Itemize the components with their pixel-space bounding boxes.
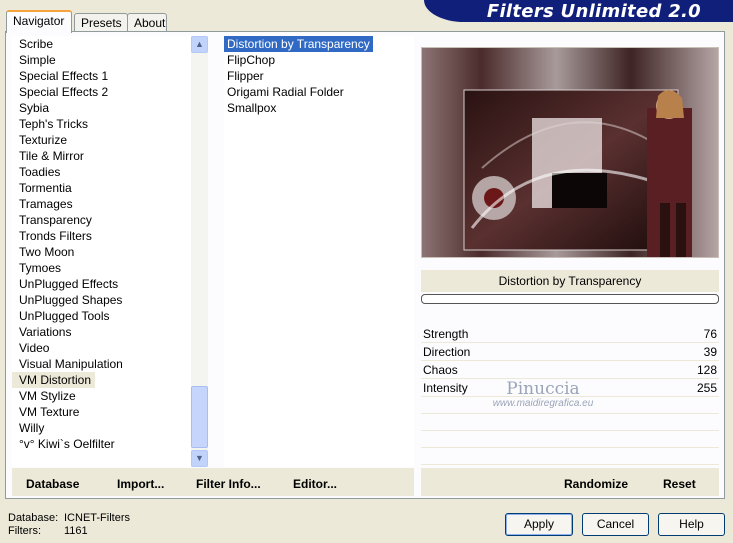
category-item[interactable]: Simple xyxy=(12,52,208,68)
cancel-button[interactable]: Cancel xyxy=(582,513,649,536)
category-item[interactable]: Texturize xyxy=(12,132,208,148)
param-strength[interactable]: Strength 76 xyxy=(421,325,719,343)
category-item[interactable]: UnPlugged Shapes xyxy=(12,292,208,308)
param-label: Chaos xyxy=(423,363,458,377)
filters-label: Filters: xyxy=(8,525,41,537)
filter-item[interactable]: Origami Radial Folder xyxy=(224,84,414,100)
import-button[interactable]: Import... xyxy=(117,477,164,491)
param-label: Intensity xyxy=(423,381,468,395)
param-label: Strength xyxy=(423,327,469,341)
param-empty xyxy=(421,414,719,431)
scrollbar-thumb[interactable] xyxy=(191,386,208,448)
param-intensity[interactable]: Intensity 255 xyxy=(421,379,719,397)
param-value: 76 xyxy=(703,327,717,341)
param-value: 128 xyxy=(696,363,717,377)
editor-button[interactable]: Editor... xyxy=(293,477,337,491)
status-area: Database: ICNET-Filters Filters: 1161 xyxy=(8,512,130,538)
preview-toolbar: Randomize Reset xyxy=(421,468,719,496)
param-empty xyxy=(421,448,719,465)
category-item[interactable]: Special Effects 1 xyxy=(12,68,208,84)
tab-about[interactable]: About xyxy=(127,13,167,32)
database-button[interactable]: Database xyxy=(26,477,79,491)
filters-count: 1161 xyxy=(64,525,88,537)
parameter-panel: Strength 76 Direction 39 Chaos 128 Inten… xyxy=(421,325,719,465)
selected-filter-name: Distortion by Transparency xyxy=(421,270,719,292)
database-value: ICNET-Filters xyxy=(64,512,130,524)
filter-item[interactable]: Distortion by Transparency xyxy=(224,36,373,52)
category-item[interactable]: UnPlugged Tools xyxy=(12,308,208,324)
header-banner: Filters Unlimited 2.0 xyxy=(424,0,733,22)
param-direction[interactable]: Direction 39 xyxy=(421,343,719,361)
tab-presets[interactable]: Presets xyxy=(74,13,128,32)
category-item[interactable]: Tronds Filters xyxy=(12,228,208,244)
category-item[interactable]: °v° Kiwi`s Oelfilter xyxy=(12,436,208,452)
category-item[interactable]: Scribe xyxy=(12,36,208,52)
category-item[interactable]: Teph's Tricks xyxy=(12,116,208,132)
filter-item[interactable]: Smallpox xyxy=(224,100,414,116)
category-list[interactable]: Scribe Simple Special Effects 1 Special Eff… xyxy=(12,36,208,467)
param-label: Direction xyxy=(423,345,471,359)
param-value: 255 xyxy=(696,381,717,395)
category-item[interactable]: Willy xyxy=(12,420,208,436)
category-item[interactable]: Variations xyxy=(12,324,208,340)
category-scrollbar[interactable]: ▲ ▼ xyxy=(191,36,208,467)
chevron-down-icon[interactable]: ▼ xyxy=(191,450,208,467)
category-item[interactable]: VM Distortion xyxy=(12,372,96,388)
param-empty xyxy=(421,431,719,448)
category-item[interactable]: VM Stylize xyxy=(12,388,208,404)
category-item[interactable]: VM Texture xyxy=(12,404,208,420)
category-item[interactable]: UnPlugged Effects xyxy=(12,276,208,292)
category-item[interactable]: Toadies xyxy=(12,164,208,180)
category-item[interactable]: Tormentia xyxy=(12,180,208,196)
param-chaos[interactable]: Chaos 128 xyxy=(421,361,719,379)
category-item[interactable]: Visual Manipulation xyxy=(12,356,208,372)
reset-button[interactable]: Reset xyxy=(663,477,696,491)
apply-button[interactable]: Apply xyxy=(505,513,573,536)
tab-navigator[interactable]: Navigator xyxy=(6,10,72,33)
database-label: Database: xyxy=(8,512,59,524)
param-empty xyxy=(421,397,719,414)
param-value: 39 xyxy=(703,345,717,359)
filter-list[interactable]: Distortion by Transparency FlipChop Flippe… xyxy=(224,36,414,467)
filter-info-button[interactable]: Filter Info... xyxy=(196,477,261,491)
category-item[interactable]: Sybia xyxy=(12,100,208,116)
navigator-toolbar: Database Import... Filter Info... Editor… xyxy=(12,468,414,496)
preview-image xyxy=(421,47,719,258)
filter-item[interactable]: FlipChop xyxy=(224,52,414,68)
help-button[interactable]: Help xyxy=(658,513,725,536)
progress-bar xyxy=(421,294,719,304)
randomize-button[interactable]: Randomize xyxy=(564,477,628,491)
app-title: Filters Unlimited 2.0 xyxy=(486,1,701,22)
category-item[interactable]: Video xyxy=(12,340,208,356)
category-item[interactable]: Tramages xyxy=(12,196,208,212)
category-item[interactable]: Special Effects 2 xyxy=(12,84,208,100)
filter-item[interactable]: Flipper xyxy=(224,68,414,84)
chevron-up-icon[interactable]: ▲ xyxy=(191,36,208,53)
category-item[interactable]: Tymoes xyxy=(12,260,208,276)
category-item[interactable]: Two Moon xyxy=(12,244,208,260)
category-item[interactable]: Transparency xyxy=(12,212,208,228)
category-item[interactable]: Tile & Mirror xyxy=(12,148,208,164)
